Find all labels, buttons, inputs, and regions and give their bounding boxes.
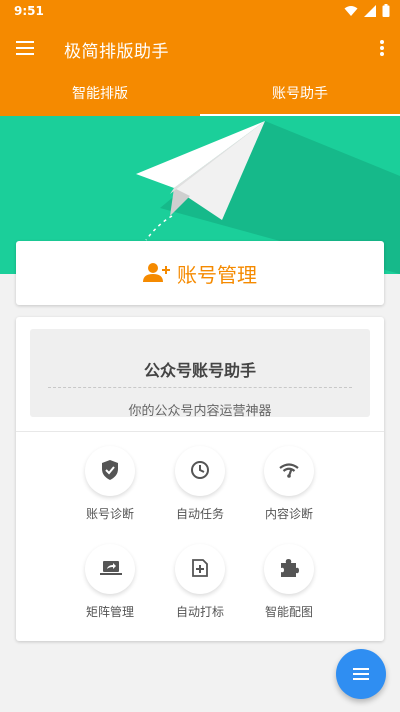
tool-icon-circle	[175, 446, 225, 496]
tool-smart-image[interactable]: 智能配图	[244, 544, 334, 620]
signal-wave-icon	[279, 463, 299, 478]
app-bar: 极简排版助手	[0, 24, 400, 72]
tool-label: 智能配图	[264, 605, 313, 619]
tab-label: 账号助手	[272, 86, 328, 102]
account-management-title: 账号管理	[177, 262, 257, 287]
tool-icon-circle	[264, 446, 314, 496]
manage-accounts-icon	[143, 263, 170, 282]
tool-label: 账号诊断	[85, 507, 134, 521]
tab-account-assistant[interactable]: 账号助手	[200, 72, 400, 116]
tab-label: 智能排版	[72, 86, 128, 102]
tool-icon-circle	[264, 544, 314, 594]
status-time: 9:51	[14, 4, 44, 18]
tab-bar: 智能排版 账号助手	[0, 72, 400, 116]
wifi-icon	[344, 5, 358, 16]
tool-auto-task[interactable]: 自动任务	[155, 446, 245, 522]
tool-label: 内容诊断	[264, 507, 313, 521]
assistant-banner: 公众号账号助手 你的公众号内容运营神器	[30, 329, 370, 419]
assistant-tools-card: 公众号账号助手 你的公众号内容运营神器 账号诊断 自动任务 内容诊断 矩阵管理 …	[16, 317, 384, 641]
battery-icon	[382, 4, 390, 17]
tool-label: 自动打标	[175, 605, 224, 619]
tool-matrix-management[interactable]: 矩阵管理	[65, 544, 155, 620]
verified-shield-icon	[102, 460, 118, 480]
more-vert-icon[interactable]	[376, 36, 388, 60]
tool-icon-circle	[85, 446, 135, 496]
floating-menu-button[interactable]	[336, 649, 386, 699]
hamburger-menu-icon[interactable]	[14, 37, 36, 59]
laptop-share-icon	[100, 561, 122, 575]
banner-subtitle: 你的公众号内容运营神器	[128, 404, 272, 419]
card-divider	[16, 431, 384, 432]
tool-label: 自动任务	[175, 507, 224, 521]
tool-icon-circle	[85, 544, 135, 594]
banner-divider	[48, 387, 352, 388]
puzzle-icon	[281, 559, 299, 577]
banner-title: 公众号账号助手	[143, 361, 256, 380]
tool-account-diagnosis[interactable]: 账号诊断	[65, 446, 155, 522]
clock-icon	[191, 461, 209, 479]
cellular-signal-icon	[364, 4, 376, 17]
status-icons	[344, 4, 390, 17]
status-bar: 9:51	[0, 0, 400, 24]
app-title: 极简排版助手	[64, 42, 169, 62]
tool-icon-circle	[175, 544, 225, 594]
tool-content-diagnosis[interactable]: 内容诊断	[244, 446, 334, 522]
add-note-icon	[192, 559, 208, 577]
tool-auto-tagging[interactable]: 自动打标	[155, 544, 245, 620]
tab-smart-layout[interactable]: 智能排版	[0, 72, 200, 116]
tool-label: 矩阵管理	[85, 605, 134, 619]
account-management-card[interactable]: 账号管理	[16, 241, 384, 305]
list-menu-icon	[353, 668, 369, 680]
